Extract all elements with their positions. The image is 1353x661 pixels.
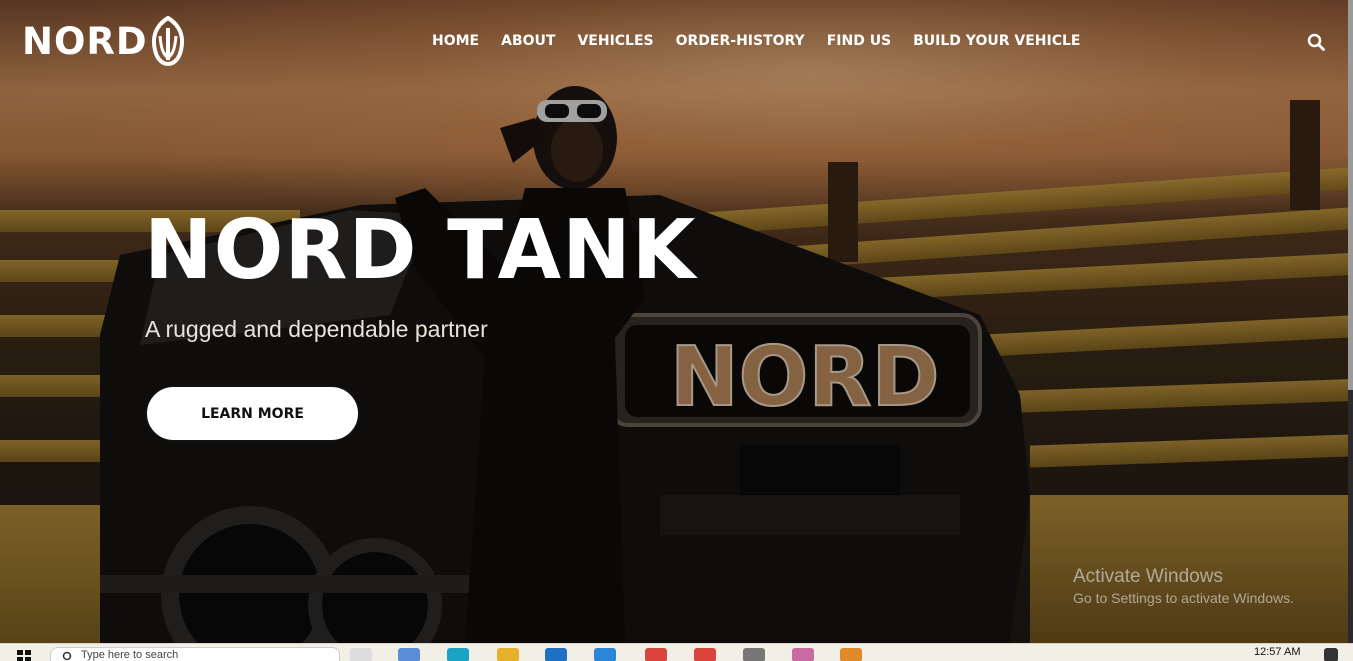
notification-icon[interactable] xyxy=(1324,648,1338,661)
tulip-logo-icon xyxy=(151,16,184,66)
nav-order-history[interactable]: ORDER-HISTORY xyxy=(676,33,805,49)
file-explorer-icon[interactable] xyxy=(497,648,519,661)
chrome-icon[interactable] xyxy=(645,648,667,661)
watermark-title: Activate Windows xyxy=(1073,566,1223,587)
watermark-subtitle: Go to Settings to activate Windows. xyxy=(1073,590,1294,606)
nav-find-us[interactable]: FIND US xyxy=(827,33,891,49)
page-scrollbar[interactable] xyxy=(1348,0,1353,643)
search-icon xyxy=(62,651,72,661)
taskbar-search-input[interactable]: Type here to search xyxy=(50,647,340,661)
taskbar-clock[interactable]: 12:57 AM xyxy=(1254,646,1300,658)
brand-logo[interactable]: NORD xyxy=(22,16,185,66)
edge-icon[interactable] xyxy=(447,648,469,661)
scrollbar-thumb[interactable] xyxy=(1348,0,1353,390)
vscode-icon[interactable] xyxy=(594,648,616,661)
main-nav: HOME ABOUT VEHICLES ORDER-HISTORY FIND U… xyxy=(421,33,1091,49)
learn-more-button[interactable]: LEARN MORE xyxy=(145,385,360,442)
hero-title: NORD TANK xyxy=(144,203,697,298)
outlook-icon[interactable] xyxy=(545,648,567,661)
settings-icon[interactable] xyxy=(743,648,765,661)
windows-taskbar: Type here to search 12:57 AM xyxy=(0,643,1353,661)
windows-activation-watermark: Activate Windows Go to Settings to activ… xyxy=(1073,566,1294,606)
brand-name: NORD xyxy=(22,19,148,63)
pencil-app-icon[interactable] xyxy=(840,648,862,661)
hero-section: NORD NORD HOME ABOUT VEHICLES ORDER-HIST… xyxy=(0,0,1353,643)
hero-subtitle: A rugged and dependable partner xyxy=(145,316,488,342)
nav-build-your-vehicle[interactable]: BUILD YOUR VEHICLE xyxy=(913,33,1080,49)
top-navbar: NORD HOME ABOUT VEHICLES ORDER-HISTORY F… xyxy=(0,0,1353,84)
chrome-profile-icon[interactable] xyxy=(694,648,716,661)
paint-icon[interactable] xyxy=(792,648,814,661)
windows-start-icon[interactable] xyxy=(17,650,31,661)
copilot-icon[interactable] xyxy=(398,648,420,661)
task-view-icon[interactable] xyxy=(350,648,372,661)
search-icon[interactable] xyxy=(1307,33,1325,51)
nav-home[interactable]: HOME xyxy=(432,33,479,49)
nav-about[interactable]: ABOUT xyxy=(501,33,555,49)
nav-vehicles[interactable]: VEHICLES xyxy=(577,33,653,49)
